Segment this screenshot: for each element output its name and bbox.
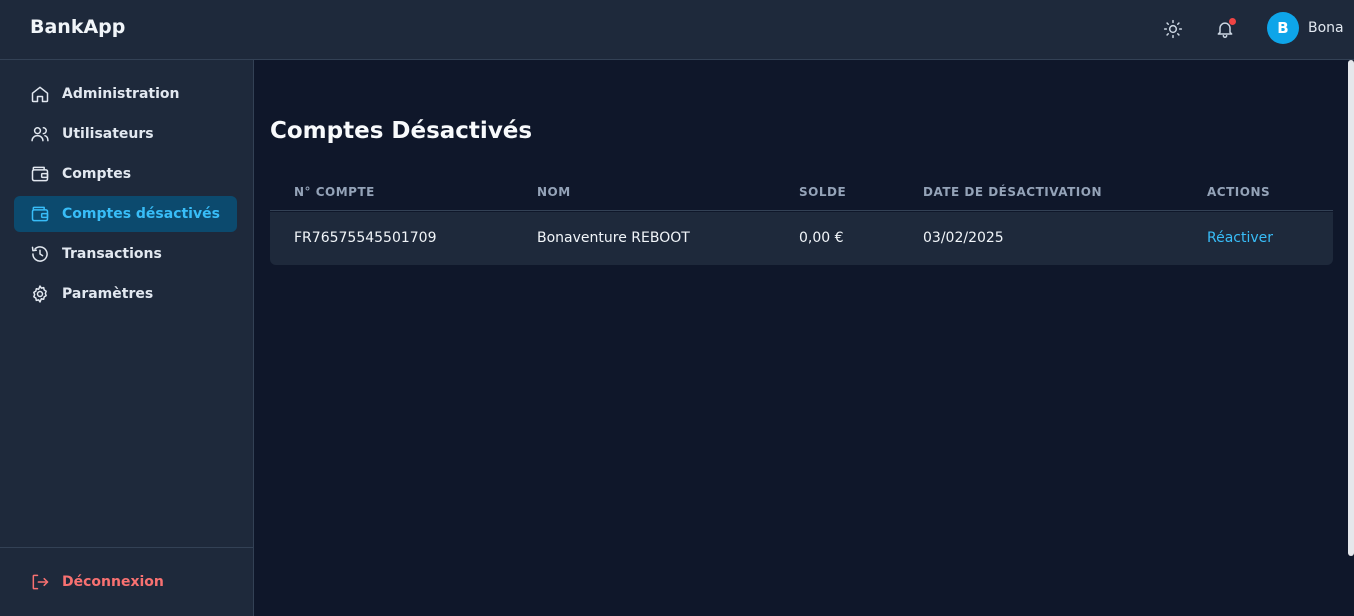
app-brand[interactable]: BankApp bbox=[30, 16, 125, 38]
sidebar-item-label: Paramètres bbox=[62, 286, 154, 302]
reactivate-button[interactable]: Réactiver bbox=[1207, 230, 1273, 246]
column-header-date: DATE DE DÉSACTIVATION bbox=[923, 185, 1102, 199]
sidebar-item-label: Comptes désactivés bbox=[62, 206, 220, 222]
sidebar-item-transactions[interactable]: Transactions bbox=[14, 236, 237, 272]
sidebar-divider bbox=[0, 547, 253, 548]
column-header-account: N° COMPTE bbox=[294, 185, 375, 199]
notifications-button[interactable] bbox=[1214, 18, 1236, 40]
sidebar-item-administration[interactable]: Administration bbox=[14, 76, 237, 112]
sidebar-item-utilisateurs[interactable]: Utilisateurs bbox=[14, 116, 237, 152]
logout-button[interactable]: Déconnexion bbox=[14, 564, 237, 600]
users-icon bbox=[30, 124, 50, 144]
table-row: FR76575545501709 Bonaventure REBOOT 0,00… bbox=[270, 212, 1333, 265]
scrollbar-thumb[interactable] bbox=[1348, 60, 1354, 556]
column-header-actions: ACTIONS bbox=[1207, 185, 1271, 199]
name-cell: Bonaventure REBOOT bbox=[537, 230, 690, 246]
main-content: Comptes Désactivés N° COMPTE NOM SOLDE D… bbox=[254, 60, 1348, 616]
sidebar-item-comptes-desactives[interactable]: Comptes désactivés bbox=[14, 196, 237, 232]
column-header-name: NOM bbox=[537, 185, 571, 199]
notification-dot bbox=[1229, 18, 1236, 25]
wallet-icon bbox=[30, 204, 50, 224]
user-menu[interactable]: B Bona bbox=[1267, 12, 1344, 44]
wallet-icon bbox=[30, 164, 50, 184]
sidebar-item-parametres[interactable]: Paramètres bbox=[14, 276, 237, 312]
sidebar-item-label: Transactions bbox=[62, 246, 162, 262]
sidebar-item-label: Utilisateurs bbox=[62, 126, 154, 142]
sidebar-item-comptes[interactable]: Comptes bbox=[14, 156, 237, 192]
balance-cell: 0,00 € bbox=[799, 230, 844, 246]
sun-icon bbox=[1163, 19, 1183, 39]
sidebar-item-label: Administration bbox=[62, 86, 180, 102]
sidebar: Administration Utilisateurs Comptes Comp… bbox=[0, 60, 254, 616]
top-bar: BankApp B Bona bbox=[0, 0, 1354, 60]
user-name: Bona bbox=[1308, 20, 1344, 36]
theme-toggle-button[interactable] bbox=[1162, 18, 1184, 40]
logout-label: Déconnexion bbox=[62, 574, 164, 590]
deactivation-date-cell: 03/02/2025 bbox=[923, 230, 1004, 246]
home-icon bbox=[30, 84, 50, 104]
history-icon bbox=[30, 244, 50, 264]
gear-icon bbox=[30, 284, 50, 304]
account-number-cell: FR76575545501709 bbox=[294, 230, 437, 246]
table-header: N° COMPTE NOM SOLDE DATE DE DÉSACTIVATIO… bbox=[270, 173, 1333, 211]
avatar: B bbox=[1267, 12, 1299, 44]
logout-icon bbox=[30, 572, 50, 592]
column-header-balance: SOLDE bbox=[799, 185, 847, 199]
page-title: Comptes Désactivés bbox=[270, 118, 533, 144]
sidebar-item-label: Comptes bbox=[62, 166, 132, 182]
